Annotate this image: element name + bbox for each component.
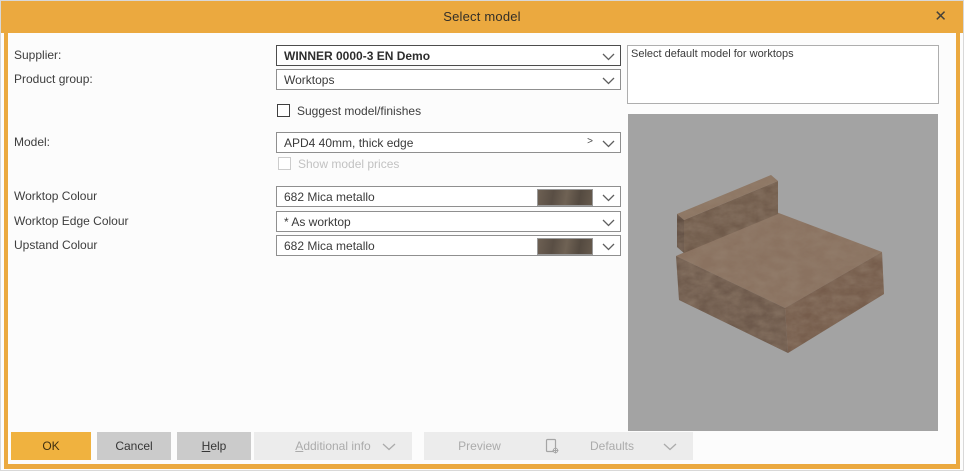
worktop-colour-label: Worktop Colour <box>14 189 97 203</box>
worktop-colour-swatch <box>537 189 593 206</box>
model-3d-preview[interactable] <box>628 114 938 431</box>
worktop-edge-colour-label: Worktop Edge Colour <box>14 214 129 228</box>
model-expand-glyph: > <box>587 136 593 147</box>
supplier-value: WINNER 0000-3 EN Demo <box>284 49 430 63</box>
chevron-down-icon <box>602 140 615 148</box>
close-icon[interactable]: ✕ <box>934 7 947 25</box>
model-dropdown[interactable]: APD4 40mm, thick edge > <box>276 132 621 153</box>
show-model-prices-checkbox-label: Show model prices <box>298 157 399 171</box>
ok-button-label: OK <box>42 439 59 453</box>
defaults-button-label: Defaults <box>590 439 634 453</box>
window-frame-left <box>4 33 8 469</box>
product-group-label: Product group: <box>14 72 93 86</box>
model-value: APD4 40mm, thick edge <box>284 136 413 150</box>
upstand-colour-label: Upstand Colour <box>14 238 97 252</box>
product-group-dropdown[interactable]: Worktops <box>276 69 621 90</box>
chevron-down-icon <box>602 219 615 227</box>
model-label: Model: <box>14 135 50 149</box>
additional-info-button: Additional info <box>254 432 412 460</box>
upstand-colour-value: 682 Mica metallo <box>284 239 375 253</box>
show-model-prices-checkbox <box>278 157 291 170</box>
worktop-edge-colour-dropdown[interactable]: * As worktop <box>276 211 621 232</box>
preview-button-label: Preview <box>458 439 501 453</box>
worktop-colour-dropdown[interactable]: 682 Mica metallo <box>276 186 621 207</box>
worktop-3d-render <box>628 114 938 431</box>
dialog-title: Select model <box>1 9 963 24</box>
help-button-label: elp <box>210 439 226 453</box>
cancel-button[interactable]: Cancel <box>97 432 171 460</box>
cancel-button-label: Cancel <box>115 439 152 453</box>
chevron-down-icon <box>602 53 615 61</box>
window-frame-right <box>956 33 960 469</box>
supplier-label: Supplier: <box>14 48 61 62</box>
window-frame-bottom <box>4 464 960 469</box>
chevron-down-icon <box>602 77 615 85</box>
help-button[interactable]: Help <box>177 432 251 460</box>
ok-button[interactable]: OK <box>11 432 91 460</box>
supplier-dropdown[interactable]: WINNER 0000-3 EN Demo <box>276 45 621 66</box>
suggest-model-checkbox-label: Suggest model/finishes <box>297 104 421 118</box>
chevron-down-icon <box>382 443 396 451</box>
titlebar: Select model ✕ <box>1 1 963 33</box>
preview-button: Preview <box>424 432 535 460</box>
chevron-down-icon <box>602 194 615 202</box>
defaults-document-gear-icon <box>543 438 560 455</box>
upstand-colour-dropdown[interactable]: 682 Mica metallo <box>276 235 621 256</box>
worktop-edge-colour-value: * As worktop <box>284 215 351 229</box>
upstand-colour-swatch <box>537 238 593 255</box>
select-model-dialog: Select model ✕ Supplier: Product group: … <box>0 0 964 471</box>
additional-info-label: dditional info <box>303 439 370 453</box>
chevron-down-icon <box>663 443 677 451</box>
worktop-colour-value: 682 Mica metallo <box>284 190 375 204</box>
model-info-text: Select default model for worktops <box>627 45 939 104</box>
chevron-down-icon <box>602 243 615 251</box>
defaults-button: Defaults <box>531 432 693 460</box>
suggest-model-checkbox[interactable] <box>277 104 290 117</box>
product-group-value: Worktops <box>284 73 334 87</box>
